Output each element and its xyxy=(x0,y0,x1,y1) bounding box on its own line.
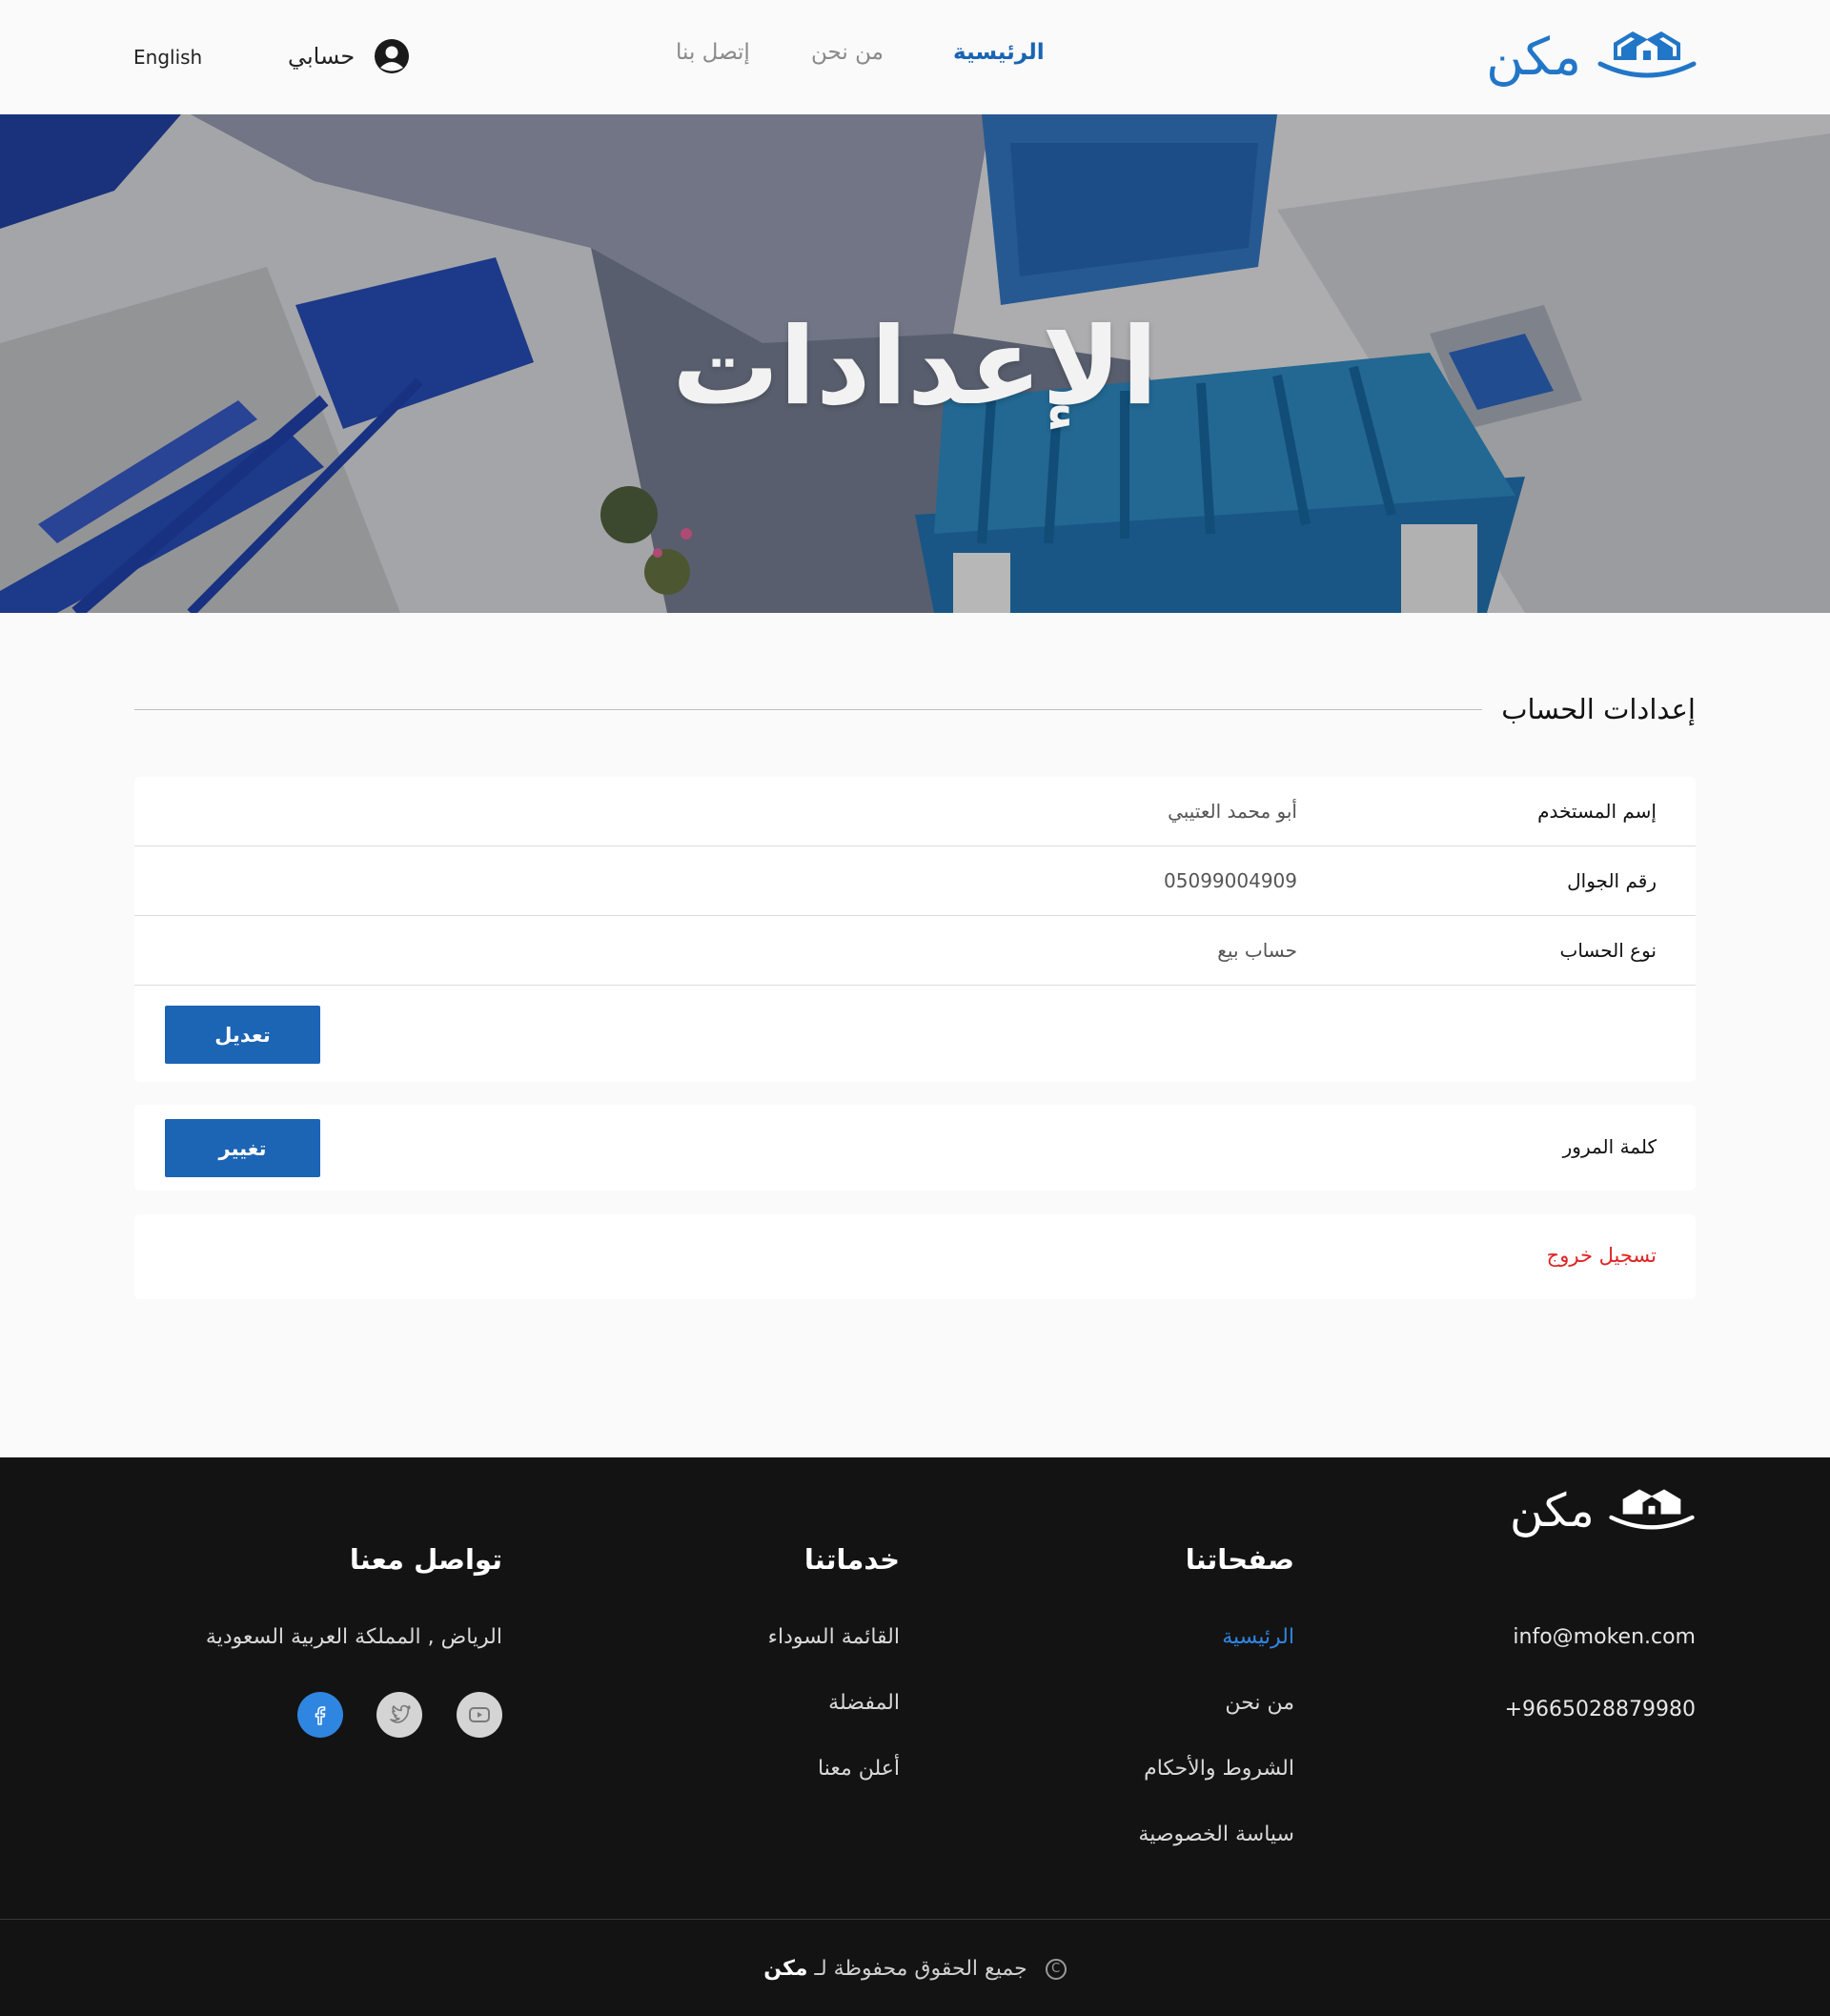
account-type-label: نوع الحساب xyxy=(1559,939,1657,962)
mobile-label: رقم الجوال xyxy=(1567,869,1657,892)
footer-contact-title: تواصل معنا xyxy=(349,1543,502,1576)
footer-pages-title: صفحاتنا xyxy=(1185,1543,1294,1576)
my-account-label: حسابي xyxy=(288,43,356,70)
nav-contact-link[interactable]: إتصل بنا xyxy=(676,40,750,65)
house-logo-icon xyxy=(1597,31,1697,78)
copyright: C جميع الحقوق محفوظة لـ مكن xyxy=(0,1957,1830,1981)
footer-link-about[interactable]: من نحن xyxy=(1225,1691,1294,1715)
footer-logo-text: مكن xyxy=(1510,1484,1595,1537)
account-type-row: نوع الحساب حساب بيع xyxy=(134,916,1696,986)
heading-divider xyxy=(134,708,1483,710)
footer-logo[interactable]: مكن xyxy=(1510,1484,1698,1537)
nav-about-link[interactable]: من نحن xyxy=(811,40,884,65)
edit-button[interactable]: تعديل xyxy=(165,1006,320,1064)
footer-address: الرياض , المملكة العربية السعودية xyxy=(205,1625,502,1649)
footer-divider xyxy=(0,1919,1830,1920)
footer-services-title: خدماتنا xyxy=(803,1543,900,1576)
user-avatar-icon xyxy=(375,39,410,73)
page-title: الإعدادات xyxy=(672,305,1158,429)
password-card: كلمة المرور تغيير xyxy=(134,1105,1696,1191)
footer-link-blacklist[interactable]: القائمة السوداء xyxy=(768,1625,900,1649)
footer-link-terms[interactable]: الشروط والأحكام xyxy=(1144,1757,1294,1781)
mobile-value: 05099004909 xyxy=(1164,869,1297,892)
twitter-icon[interactable] xyxy=(376,1692,422,1738)
change-password-button[interactable]: تغيير xyxy=(165,1119,320,1177)
footer-email[interactable]: info@moken.com xyxy=(1513,1625,1696,1649)
my-account-link[interactable]: حسابي xyxy=(288,38,410,74)
footer-house-logo-icon xyxy=(1609,1489,1695,1530)
site-header: مكن الرئيسية من نحن إتصل بنا حسابي Engli… xyxy=(0,0,1830,114)
footer-link-home[interactable]: الرئيسية xyxy=(1222,1625,1294,1649)
footer-link-favorites[interactable]: المفضلة xyxy=(828,1691,900,1715)
logo-text: مكن xyxy=(1486,26,1581,87)
site-logo[interactable]: مكن xyxy=(1480,26,1698,87)
account-type-value: حساب بيع xyxy=(1217,939,1297,962)
password-label: كلمة المرور xyxy=(1562,1135,1657,1158)
language-switch[interactable]: English xyxy=(133,46,202,69)
logout-card: تسجيل خروج xyxy=(134,1214,1696,1299)
username-label: إسم المستخدم xyxy=(1537,800,1657,823)
footer-link-advertise[interactable]: أعلن معنا xyxy=(818,1757,900,1781)
facebook-icon[interactable] xyxy=(297,1692,343,1738)
account-settings-title: إعدادات الحساب xyxy=(1501,693,1696,725)
copyright-icon: C xyxy=(1045,1959,1067,1980)
site-footer: مكن info@moken.com +9665028879980 صفحاتن… xyxy=(0,1457,1830,2016)
account-info-card: إسم المستخدم أبو محمد العتيبي رقم الجوال… xyxy=(134,777,1696,1082)
copyright-brand: مكن xyxy=(763,1957,808,1981)
username-row: إسم المستخدم أبو محمد العتيبي xyxy=(134,777,1696,846)
username-value: أبو محمد العتيبي xyxy=(1168,800,1297,823)
logout-link[interactable]: تسجيل خروج xyxy=(1547,1244,1657,1267)
youtube-icon[interactable] xyxy=(457,1692,502,1738)
account-settings-heading: إعدادات الحساب xyxy=(134,686,1696,732)
footer-phone[interactable]: +9665028879980 xyxy=(1505,1698,1696,1721)
copyright-text: جميع الحقوق محفوظة لـ xyxy=(814,1957,1027,1981)
hero-banner: الإعدادات xyxy=(0,114,1830,613)
footer-link-privacy[interactable]: سياسة الخصوصية xyxy=(1138,1823,1294,1846)
nav-home-link[interactable]: الرئيسية xyxy=(953,40,1045,65)
mobile-row: رقم الجوال 05099004909 xyxy=(134,846,1696,916)
